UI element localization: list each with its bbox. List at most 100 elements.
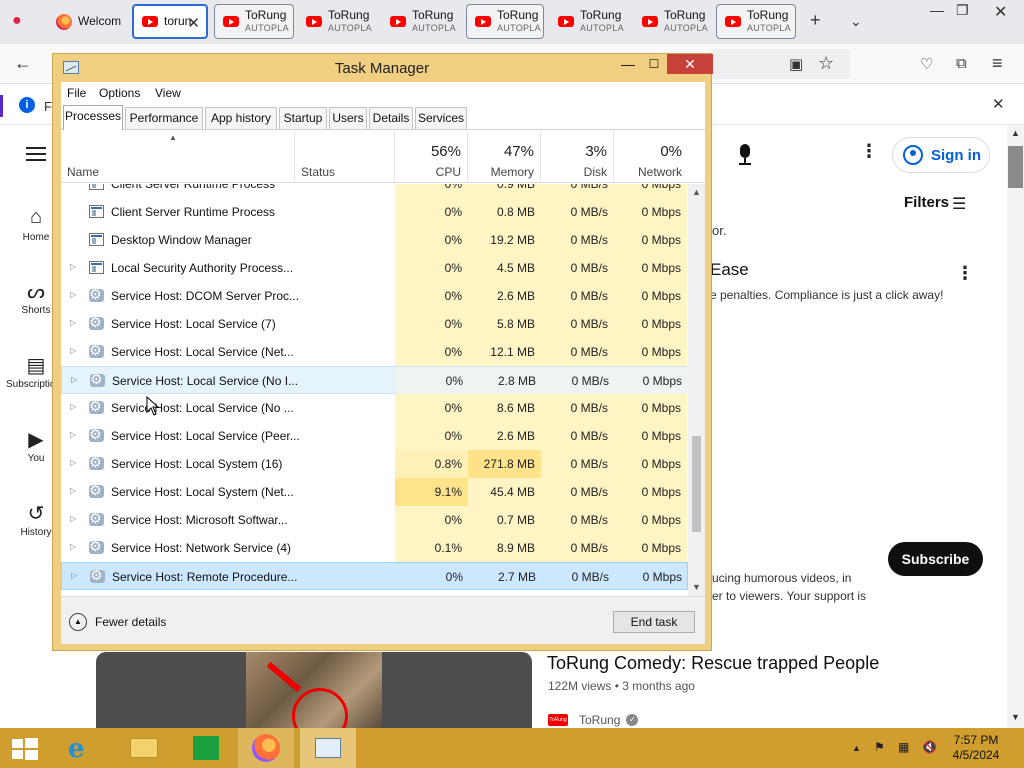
column-cpu[interactable]: 56% CPU bbox=[395, 131, 468, 183]
list-all-tabs-icon[interactable]: ⌄ bbox=[850, 13, 862, 30]
column-memory[interactable]: 47% Memory bbox=[468, 131, 541, 183]
menu-options[interactable]: Options bbox=[99, 86, 140, 100]
process-row[interactable]: ▷ Service Host: Local Service (Peer... 0%2… bbox=[61, 422, 688, 450]
tab-startup[interactable]: Startup bbox=[279, 107, 327, 129]
filters-sliders-icon[interactable]: ☰ bbox=[952, 194, 966, 214]
voice-search-icon[interactable] bbox=[736, 144, 754, 166]
browser-tab[interactable]: Welcom bbox=[48, 4, 126, 39]
expand-arrow-icon[interactable]: ▷ bbox=[70, 458, 76, 467]
browser-restore-icon[interactable]: ❐ bbox=[956, 2, 969, 19]
close-icon[interactable]: ✕ bbox=[667, 54, 713, 74]
page-scrollbar[interactable]: ▲ ▼ bbox=[1007, 126, 1024, 728]
expand-arrow-icon[interactable]: ▷ bbox=[71, 375, 77, 384]
browser-tab[interactable]: ToRung AUTOPLA bbox=[634, 4, 714, 39]
browser-tab[interactable]: ToRung AUTOPLA bbox=[466, 4, 544, 39]
tab-app-history[interactable]: App history bbox=[205, 107, 277, 129]
browser-tab[interactable]: ToRung AUTOPLA bbox=[382, 4, 462, 39]
process-row[interactable]: Client Server Runtime Process 0% 0.8 MB 0 M… bbox=[61, 198, 688, 226]
column-network[interactable]: 0% Network bbox=[614, 131, 688, 183]
expand-arrow-icon[interactable]: ▷ bbox=[70, 430, 76, 439]
expand-arrow-icon[interactable]: ▷ bbox=[70, 262, 76, 271]
new-tab-icon[interactable]: + bbox=[810, 10, 821, 31]
minimize-icon[interactable]: — bbox=[615, 54, 641, 74]
app-menu-icon[interactable]: ≡ bbox=[992, 53, 1003, 74]
settings-more-icon[interactable]: ⋮ bbox=[860, 142, 878, 160]
expand-arrow-icon[interactable]: ▷ bbox=[70, 514, 76, 523]
column-name[interactable]: Name bbox=[61, 131, 295, 183]
browser-tab[interactable]: ToRung AUTOPLA bbox=[214, 4, 294, 39]
scroll-down-icon[interactable]: ▼ bbox=[692, 582, 701, 592]
process-scroll-thumb[interactable] bbox=[692, 436, 701, 532]
column-disk[interactable]: 3% Disk bbox=[541, 131, 614, 183]
guide-menu-icon[interactable] bbox=[26, 147, 46, 161]
card-more-icon[interactable]: ⋮ bbox=[956, 264, 974, 282]
process-row[interactable]: ▷ Service Host: Local System (Net... 9.1%4… bbox=[61, 478, 688, 506]
browser-tab[interactable]: torun ✕ bbox=[132, 4, 208, 39]
scroll-up-icon[interactable]: ▲ bbox=[692, 187, 701, 197]
filters-button[interactable]: Filters bbox=[904, 194, 949, 211]
video-thumbnail[interactable] bbox=[96, 652, 532, 728]
process-row[interactable]: ▷ Service Host: Local System (16) 0.8%271.… bbox=[61, 450, 688, 478]
process-list-scrollbar[interactable]: ▲ ▼ bbox=[688, 184, 705, 596]
process-row[interactable]: ▷ Service Host: Remote Procedure... 0% 2.7 … bbox=[61, 562, 688, 590]
process-row[interactable]: ▷ Service Host: Local Service (Net... 0%12… bbox=[61, 338, 688, 366]
video-title[interactable]: ToRung Comedy: Rescue trapped People bbox=[547, 653, 879, 674]
tab-services[interactable]: Services bbox=[415, 107, 467, 129]
process-row[interactable]: Desktop Window Manager 0% 19.2 MB 0 MB/s 0 M… bbox=[61, 226, 688, 254]
process-row[interactable]: Client Server Runtime Process 0% 0.9 MB 0 M… bbox=[61, 184, 688, 198]
expand-arrow-icon[interactable]: ▷ bbox=[70, 542, 76, 551]
taskbar-internet-explorer[interactable]: e bbox=[52, 728, 108, 768]
expand-arrow-icon[interactable]: ▷ bbox=[71, 571, 77, 580]
end-task-button[interactable]: End task bbox=[613, 611, 695, 633]
menu-file[interactable]: File bbox=[67, 86, 86, 100]
back-icon[interactable]: ← bbox=[14, 53, 32, 74]
volume-muted-icon[interactable]: 🔇 bbox=[922, 740, 937, 754]
expand-arrow-icon[interactable]: ▷ bbox=[70, 318, 76, 327]
tab-users[interactable]: Users bbox=[329, 107, 367, 129]
process-row[interactable]: ▷ Service Host: DCOM Server Proc... 0%2.6 … bbox=[61, 282, 688, 310]
reader-view-icon[interactable]: ▣ bbox=[789, 55, 803, 73]
tab-close-icon[interactable]: ✕ bbox=[187, 14, 200, 32]
process-row[interactable]: ▷ Local Security Authority Process... 0% 4.… bbox=[61, 254, 688, 282]
sign-in-button[interactable]: Sign in bbox=[892, 137, 990, 173]
expand-arrow-icon[interactable]: ▷ bbox=[70, 290, 76, 299]
expand-arrow-icon[interactable]: ▷ bbox=[70, 486, 76, 495]
network-icon[interactable]: ▦ bbox=[898, 740, 909, 754]
subscribe-button[interactable]: Subscribe bbox=[888, 542, 983, 576]
scroll-down-icon[interactable]: ▼ bbox=[1011, 712, 1020, 722]
show-hidden-icons-icon[interactable]: ▲ bbox=[852, 743, 861, 753]
extensions-icon[interactable]: ⧉ bbox=[956, 55, 967, 72]
task-manager-titlebar[interactable]: Task Manager — ☐ ✕ bbox=[53, 54, 713, 81]
tab-processes[interactable]: Processes bbox=[63, 105, 123, 130]
taskbar-task-manager[interactable] bbox=[300, 728, 356, 768]
expand-arrow-icon[interactable]: ▷ bbox=[70, 346, 76, 355]
column-status[interactable]: Status bbox=[295, 131, 395, 183]
browser-tab[interactable]: ToRung AUTOPLA bbox=[550, 4, 630, 39]
maximize-icon[interactable]: ☐ bbox=[641, 54, 667, 74]
expand-arrow-icon[interactable]: ▷ bbox=[70, 402, 76, 411]
taskbar-store[interactable] bbox=[178, 728, 234, 768]
fewer-details-button[interactable]: ▲ Fewer details bbox=[69, 613, 166, 631]
browser-minimize-icon[interactable]: — bbox=[930, 2, 944, 18]
action-center-flag-icon[interactable]: ⚑ bbox=[874, 740, 885, 754]
pocket-icon[interactable]: ♡ bbox=[920, 55, 933, 73]
process-row[interactable]: ▷ Service Host: Microsoft Softwar... 0%0.7… bbox=[61, 506, 688, 534]
firefox-view-icon[interactable]: ● bbox=[12, 12, 22, 30]
tab-performance[interactable]: Performance bbox=[125, 107, 203, 129]
menu-view[interactable]: View bbox=[155, 86, 181, 100]
video-channel[interactable]: ToRung ToRung ✓ bbox=[548, 713, 639, 727]
browser-close-icon[interactable]: ✕ bbox=[994, 2, 1007, 22]
process-row[interactable]: ▷ Service Host: Network Service (4) 0.1%8.… bbox=[61, 534, 688, 562]
page-scroll-thumb[interactable] bbox=[1008, 146, 1023, 188]
taskbar-file-explorer[interactable] bbox=[116, 728, 172, 768]
taskbar-clock[interactable]: 7:57 PM 4/5/2024 bbox=[946, 733, 1006, 763]
scroll-up-icon[interactable]: ▲ bbox=[1011, 128, 1020, 138]
process-row[interactable]: ▷ Service Host: Local Service (7) 0%5.8 MB… bbox=[61, 310, 688, 338]
taskbar-firefox[interactable] bbox=[238, 728, 294, 768]
process-row[interactable]: ▷ Service Host: Local Service (No I... 0%2… bbox=[61, 366, 688, 395]
notification-close-icon[interactable]: ✕ bbox=[992, 95, 1005, 113]
browser-tab[interactable]: ToRung AUTOPLA bbox=[298, 4, 378, 39]
windows-start-icon[interactable] bbox=[12, 738, 38, 760]
bookmark-star-icon[interactable]: ☆ bbox=[818, 53, 834, 74]
tab-details[interactable]: Details bbox=[369, 107, 413, 129]
